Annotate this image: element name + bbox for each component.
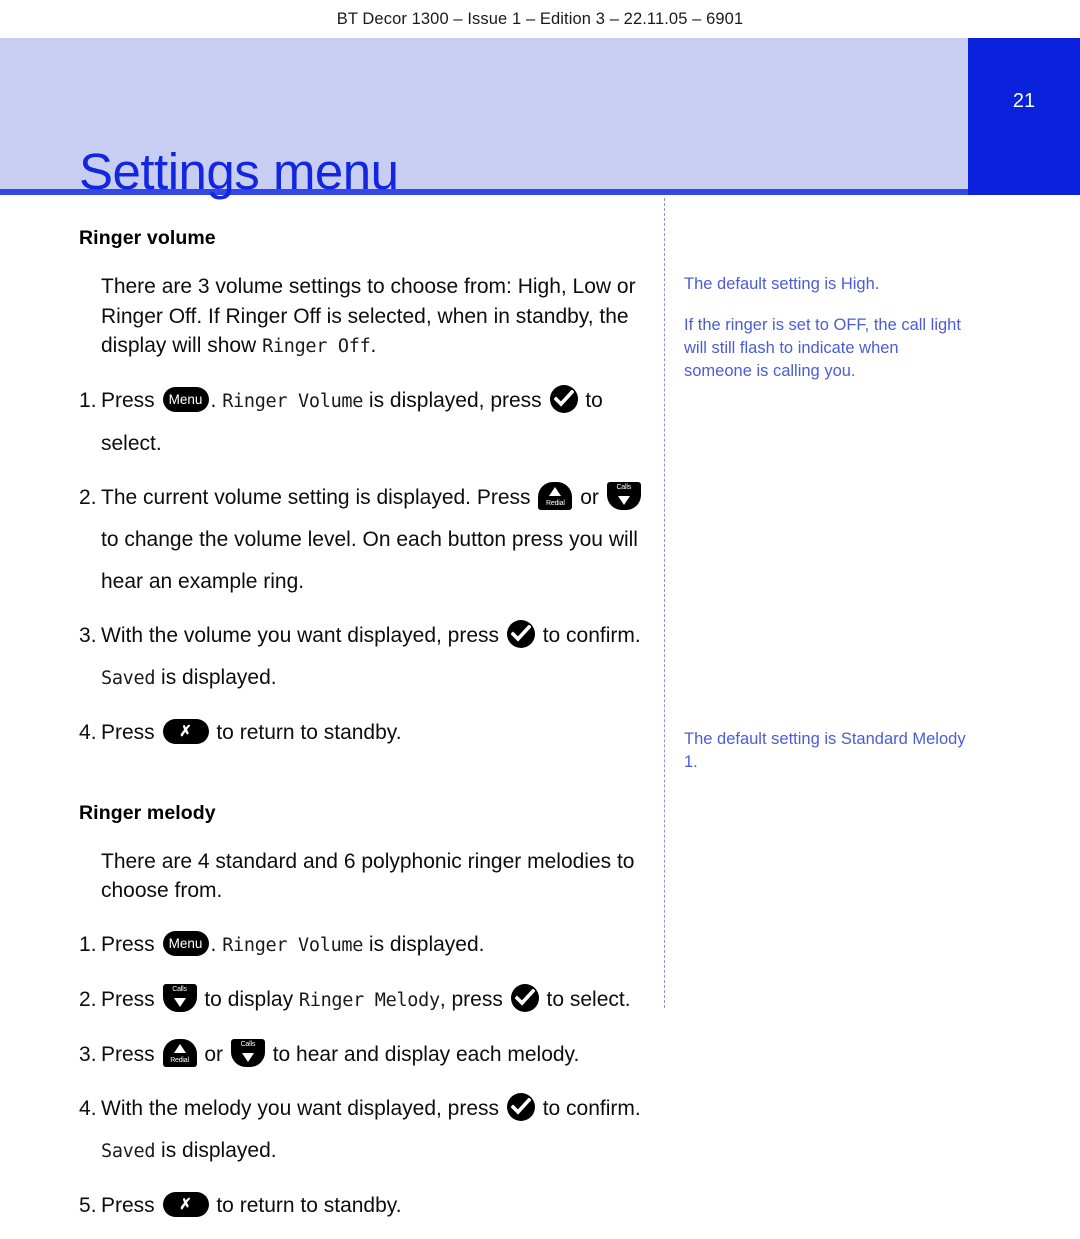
section-heading-ringer-melody: Ringer melody <box>79 801 216 824</box>
ok-check-key-icon[interactable] <box>549 385 578 414</box>
ok-check-key-icon[interactable] <box>506 1093 535 1122</box>
m-step3-text-a: Press <box>101 1042 161 1066</box>
chapter-banner: Settings menu 21 <box>0 38 1080 200</box>
menu-key-icon[interactable]: Menu <box>162 930 209 956</box>
step-item: Press Menu. Ringer Volume is displayed. <box>79 924 649 967</box>
page-title: Settings menu <box>79 143 399 200</box>
step2-text-b: or <box>574 485 605 509</box>
m-step4-text-a: With the melody you want displayed, pres… <box>101 1096 505 1120</box>
up-key-label: Redial <box>170 1056 189 1064</box>
m-step3-text-b: or <box>198 1042 229 1066</box>
page-number: 21 <box>1012 90 1036 112</box>
page-content: Ringer volume There are 3 volume setting… <box>0 195 1080 1227</box>
m-step1-text-c: is displayed. <box>363 932 485 956</box>
lcd-text-ringer-volume: Ringer Volume <box>222 390 364 412</box>
section-heading-ringer-volume: Ringer volume <box>79 227 216 249</box>
steps-list-ringer-volume: Press Menu. Ringer Volume is displayed, … <box>79 380 649 754</box>
step1-text-c: is displayed, press <box>363 388 548 412</box>
lcd-text-saved: Saved <box>101 667 156 689</box>
step-item: Press Menu. Ringer Volume is displayed, … <box>79 380 649 465</box>
side-note-column-melody: The default setting is Standard Melody 1… <box>684 728 970 792</box>
down-calls-key-icon[interactable]: Calls <box>162 983 197 1012</box>
m-step1-text-b: . <box>210 932 223 956</box>
up-key-label: Redial <box>546 499 565 507</box>
step-item: With the volume you want displayed, pres… <box>79 615 649 700</box>
step-item: Press Calls to display Ringer Melody, pr… <box>79 979 649 1022</box>
step-item: Press ✗ to return to standby. <box>79 1185 649 1227</box>
lcd-text-ringer-off: Ringer Off <box>262 336 371 357</box>
down-key-label: Calls <box>172 985 187 993</box>
step-item: The current volume setting is displayed.… <box>79 477 649 603</box>
step3-text-b: to confirm. <box>536 623 641 647</box>
m-step2-text-d: to select. <box>540 987 631 1011</box>
down-key-label: Calls <box>240 1040 256 1048</box>
step4-text-a: Press <box>101 720 161 744</box>
down-key-label: Calls <box>616 483 631 491</box>
down-calls-key-icon[interactable]: Calls <box>230 1038 265 1067</box>
up-redial-key-icon[interactable]: Redial <box>538 481 573 510</box>
intro-text-part-b: . <box>370 334 377 357</box>
side-note-default-melody: The default setting is Standard Melody 1… <box>684 730 966 771</box>
m-step5-text-b: to return to standby. <box>210 1193 402 1217</box>
side-note-column-volume: The default setting is High. If the ring… <box>684 273 970 401</box>
step1-text-b: . <box>210 388 223 412</box>
m-step4-text-c: is displayed. <box>155 1138 277 1162</box>
main-column: Ringer volume There are 3 volume setting… <box>79 227 649 1239</box>
running-header-text: BT Decor 1300 – Issue 1 – Edition 3 – 22… <box>336 9 744 28</box>
step3-text-a: With the volume you want displayed, pres… <box>101 623 505 647</box>
lcd-text-ringer-melody: Ringer Melody <box>298 989 440 1011</box>
step4-text-b: to return to standby. <box>210 720 402 744</box>
m-step2-text-c: , press <box>439 987 509 1011</box>
step2-text-a: The current volume setting is displayed.… <box>101 485 537 509</box>
m-step5-text-a: Press <box>101 1193 161 1217</box>
step1-text-a: Press <box>101 388 161 412</box>
m-step1-text-a: Press <box>101 932 161 956</box>
m-step2-text-a: Press <box>101 987 161 1011</box>
step-item: With the melody you want displayed, pres… <box>79 1088 649 1173</box>
m-step4-text-b: to confirm. <box>536 1096 641 1120</box>
cancel-x-key-icon[interactable]: ✗ <box>162 1191 209 1217</box>
step-item: Press Redial or Calls to hear and displa… <box>79 1034 649 1076</box>
running-header: BT Decor 1300 – Issue 1 – Edition 3 – 22… <box>0 0 1080 38</box>
section-intro-ringer-melody: There are 4 standard and 6 polyphonic ri… <box>101 849 635 903</box>
steps-list-ringer-melody: Press Menu. Ringer Volume is displayed. … <box>79 924 649 1227</box>
up-redial-key-icon[interactable]: Redial <box>162 1038 197 1067</box>
m-step3-text-c: to hear and display each melody. <box>266 1042 580 1066</box>
side-note-default-volume: The default setting is High. <box>684 275 880 293</box>
lcd-text-saved: Saved <box>101 1140 156 1162</box>
lcd-text-ringer-volume: Ringer Volume <box>222 934 364 956</box>
page-number-tab: 21 <box>968 38 1080 195</box>
ok-check-key-icon[interactable] <box>510 984 539 1013</box>
step-item: Press ✗ to return to standby. <box>79 712 649 754</box>
step2-text-c: to change the volume level. On each butt… <box>101 527 638 593</box>
section-intro-ringer-volume: There are 3 volume settings to choose fr… <box>79 272 649 362</box>
menu-key-icon[interactable]: Menu <box>162 386 209 412</box>
side-note-ringer-off-light: If the ringer is set to OFF, the call li… <box>684 316 961 380</box>
cancel-x-key-icon[interactable]: ✗ <box>162 718 209 744</box>
column-divider <box>664 198 665 1008</box>
down-calls-key-icon[interactable]: Calls <box>606 481 641 510</box>
ok-check-key-icon[interactable] <box>506 620 535 649</box>
m-step2-text-b: to display <box>198 987 299 1011</box>
step3-text-c: is displayed. <box>155 665 277 689</box>
